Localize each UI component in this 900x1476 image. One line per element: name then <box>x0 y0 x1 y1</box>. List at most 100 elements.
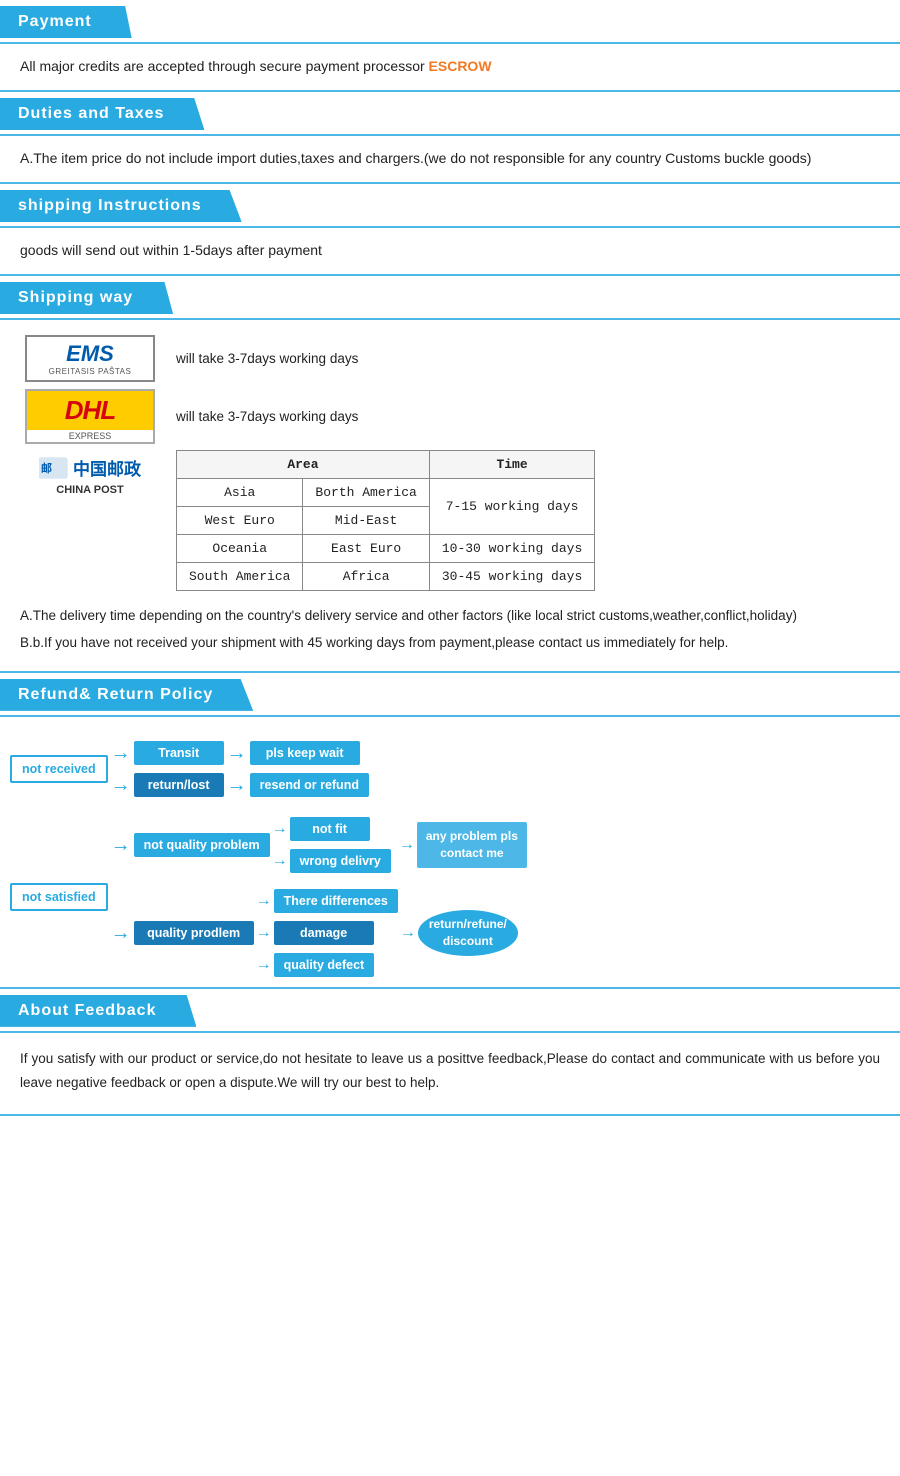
not-satisfied-branches: → not quality problem → not fit → wrong … <box>108 817 527 977</box>
return-lost-branch: → return/lost → resend or refund <box>108 773 369 797</box>
china-post-logo: 邮 中国邮政 CHINA POST <box>20 450 160 496</box>
arrow-to-returnlost: → <box>111 775 131 795</box>
table-africa: Africa <box>303 563 429 591</box>
payment-section: Payment All major credits are accepted t… <box>0 0 900 92</box>
table-time-header: Time <box>429 451 594 479</box>
there-diff-branch: → There differences <box>254 889 398 913</box>
table-time-7-15: 7-15 working days <box>429 479 594 535</box>
arrow-to-transit: → <box>111 743 131 763</box>
damage-box: damage <box>274 921 374 945</box>
payment-content: All major credits are accepted through s… <box>0 44 900 90</box>
table-borth-america: Borth America <box>303 479 429 507</box>
quality-defect-branch: → quality defect <box>254 953 398 977</box>
table-mid-east: Mid-East <box>303 507 429 535</box>
duties-content: A.The item price do not include import d… <box>0 136 900 182</box>
shipping-table: Area Time Asia Borth America 7-15 workin… <box>176 450 595 591</box>
shipping-instructions-text: goods will send out within 1-5days after… <box>20 242 880 258</box>
table-time-10-30: 10-30 working days <box>429 535 594 563</box>
refund-diagram: not received → Transit → pls keep wait →… <box>0 717 900 987</box>
china-post-en: CHINA POST <box>56 484 123 496</box>
table-south-america: South America <box>177 563 303 591</box>
duties-header-wrap: Duties and Taxes <box>0 92 900 136</box>
damage-branch: → damage <box>254 921 398 945</box>
there-diff-box: There differences <box>274 889 398 913</box>
note-a: A.The delivery time depending on the cou… <box>20 605 880 628</box>
quality-sub: → There differences → damage → quality d… <box>254 889 398 977</box>
arrow-to-wait: → <box>227 743 247 763</box>
china-post-row: 邮 中国邮政 CHINA POST Area Time Asia <box>20 450 880 591</box>
arrow-to-quality: → <box>111 923 131 943</box>
china-post-icon-row: 邮 中国邮政 <box>39 450 141 484</box>
arrow-to-damage: → <box>256 924 272 942</box>
dhl-row: DHL EXPRESS will take 3-7days working da… <box>20 392 880 440</box>
china-post-cn-chars: 中国邮政 <box>73 455 141 480</box>
ems-subtext: GREITASIS PAŜTAS <box>49 367 132 376</box>
dhl-description: will take 3-7days working days <box>176 409 358 424</box>
not-satisfied-box: not satisfied <box>10 883 108 911</box>
shipping-instructions-section: shipping Instructions goods will send ou… <box>0 184 900 276</box>
dhl-logo: DHL EXPRESS <box>25 389 155 444</box>
arrow-to-not-fit: → <box>272 820 288 838</box>
ems-row: EMS GREITASIS PAŜTAS will take 3-7days w… <box>20 334 880 382</box>
not-fit-branch: → not fit <box>270 817 391 841</box>
not-received-group: not received → Transit → pls keep wait →… <box>10 741 890 797</box>
ems-logo-box: EMS GREITASIS PAŜTAS <box>20 334 160 382</box>
arrow-to-return-refune: → <box>400 924 416 942</box>
shipping-way-header-wrap: Shipping way <box>0 276 900 320</box>
arrow-to-wrong-delivery: → <box>272 852 288 870</box>
return-refune-group: → return/refune/ discount <box>398 910 518 956</box>
wrong-delivery-branch: → wrong delivry <box>270 849 391 873</box>
arrow-to-there-diff: → <box>256 892 272 910</box>
ems-logo: EMS GREITASIS PAŜTAS <box>25 335 155 382</box>
feedback-section: About Feedback If you satisfy with our p… <box>0 989 900 1116</box>
ems-logo-inner: EMS <box>66 341 114 367</box>
any-problem-box: any problem pls contact me <box>417 822 527 868</box>
feedback-header: About Feedback <box>0 995 196 1027</box>
dhl-logo-inner: DHL <box>27 391 153 430</box>
shipping-notes: A.The delivery time depending on the cou… <box>20 605 880 655</box>
dhl-logo-box: DHL EXPRESS <box>20 392 160 440</box>
table-time-30-45: 30-45 working days <box>429 563 594 591</box>
duties-section: Duties and Taxes A.The item price do not… <box>0 92 900 184</box>
shipping-instructions-title: shipping Instructions <box>18 197 202 214</box>
payment-header-wrap: Payment <box>0 0 900 44</box>
arrow-to-any-problem: → <box>399 836 415 854</box>
not-quality-branch: → not quality problem → not fit → wrong … <box>108 817 527 873</box>
any-problem-group: → <box>397 836 417 854</box>
escrow-label: ESCROW <box>429 58 492 74</box>
refund-header-wrap: Refund& Return Policy <box>0 673 900 717</box>
wrong-delivery-box: wrong delivry <box>290 849 391 873</box>
refund-section: Refund& Return Policy not received → Tra… <box>0 673 900 989</box>
not-fit-box: not fit <box>290 817 370 841</box>
china-post-icon: 邮 <box>39 450 69 484</box>
table-row: Asia Borth America 7-15 working days <box>177 479 595 507</box>
feedback-text: If you satisfy with our product or servi… <box>0 1033 900 1114</box>
payment-title: Payment <box>18 13 92 30</box>
dhl-text: DHL <box>65 395 115 426</box>
return-refune-box: return/refune/ discount <box>418 910 518 956</box>
shipping-instructions-header-wrap: shipping Instructions <box>0 184 900 228</box>
arrow-to-resend: → <box>227 775 247 795</box>
note-b: B.b.If you have not received your shipme… <box>20 632 880 655</box>
quality-defect-box: quality defect <box>274 953 375 977</box>
arrow-to-not-quality: → <box>111 835 131 855</box>
table-asia: Asia <box>177 479 303 507</box>
not-received-box: not received <box>10 755 108 783</box>
table-row: South America Africa 30-45 working days <box>177 563 595 591</box>
table-west-euro: West Euro <box>177 507 303 535</box>
refund-header: Refund& Return Policy <box>0 679 253 711</box>
arrow-to-quality-defect: → <box>256 956 272 974</box>
shipping-instructions-header: shipping Instructions <box>0 190 242 222</box>
transit-branch: → Transit → pls keep wait <box>108 741 369 765</box>
refund-title: Refund& Return Policy <box>18 686 213 703</box>
dhl-subtext: EXPRESS <box>69 430 112 442</box>
feedback-title: About Feedback <box>18 1002 156 1019</box>
duties-header: Duties and Taxes <box>0 98 204 130</box>
table-row: Oceania East Euro 10-30 working days <box>177 535 595 563</box>
table-east-euro: East Euro <box>303 535 429 563</box>
ems-description: will take 3-7days working days <box>176 351 358 366</box>
duties-text: A.The item price do not include import d… <box>20 150 880 166</box>
table-oceania: Oceania <box>177 535 303 563</box>
shipping-way-header: Shipping way <box>0 282 173 314</box>
feedback-header-wrap: About Feedback <box>0 989 900 1033</box>
